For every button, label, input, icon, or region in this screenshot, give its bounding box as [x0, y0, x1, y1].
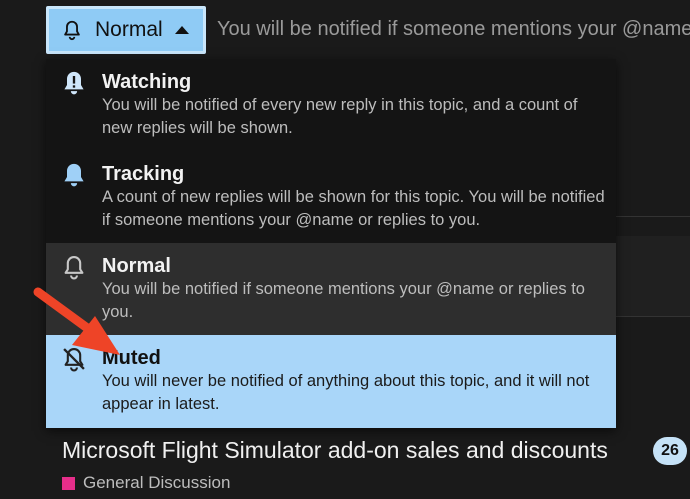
notification-level-label: Normal	[95, 18, 163, 41]
category-badge[interactable]: General Discussion	[62, 473, 230, 493]
caret-up-icon	[174, 26, 189, 34]
menu-item-normal[interactable]: Normal You will be notified if someone m…	[46, 243, 616, 335]
bell-outline-icon	[64, 256, 84, 280]
menu-item-title: Normal	[102, 255, 171, 277]
topic-title-link[interactable]: Microsoft Flight Simulator add-on sales …	[62, 437, 608, 464]
bell-icon	[64, 20, 80, 41]
divider	[615, 316, 690, 317]
bell-icon	[64, 163, 84, 187]
background-topic-row	[615, 236, 690, 316]
bell-exclamation-icon	[64, 71, 84, 95]
notification-status-text: You will be notified if someone mentions…	[217, 18, 690, 40]
reply-count-badge[interactable]: 26	[653, 437, 687, 465]
divider	[615, 216, 690, 217]
menu-item-title: Watching	[102, 71, 192, 93]
category-label: General Discussion	[83, 473, 231, 492]
menu-item-description: A count of new replies will be shown for…	[102, 188, 605, 229]
menu-item-title: Tracking	[102, 163, 185, 185]
menu-item-description: You will never be notified of anything a…	[102, 372, 590, 413]
menu-item-tracking[interactable]: Tracking A count of new replies will be …	[46, 151, 616, 243]
menu-item-description: You will be notified if someone mentions…	[102, 280, 585, 321]
category-color-swatch	[62, 476, 75, 490]
notification-level-menu: Watching You will be notified of every n…	[46, 59, 616, 428]
menu-item-muted[interactable]: Muted You will never be notified of anyt…	[46, 335, 616, 428]
menu-item-description: You will be notified of every new reply …	[102, 96, 578, 137]
page: Normal You will be notified if someone m…	[0, 0, 690, 499]
notification-level-button[interactable]: Normal	[46, 6, 206, 54]
menu-item-title: Muted	[102, 347, 161, 369]
bell-slash-icon	[63, 348, 85, 372]
menu-item-watching[interactable]: Watching You will be notified of every n…	[46, 59, 616, 151]
